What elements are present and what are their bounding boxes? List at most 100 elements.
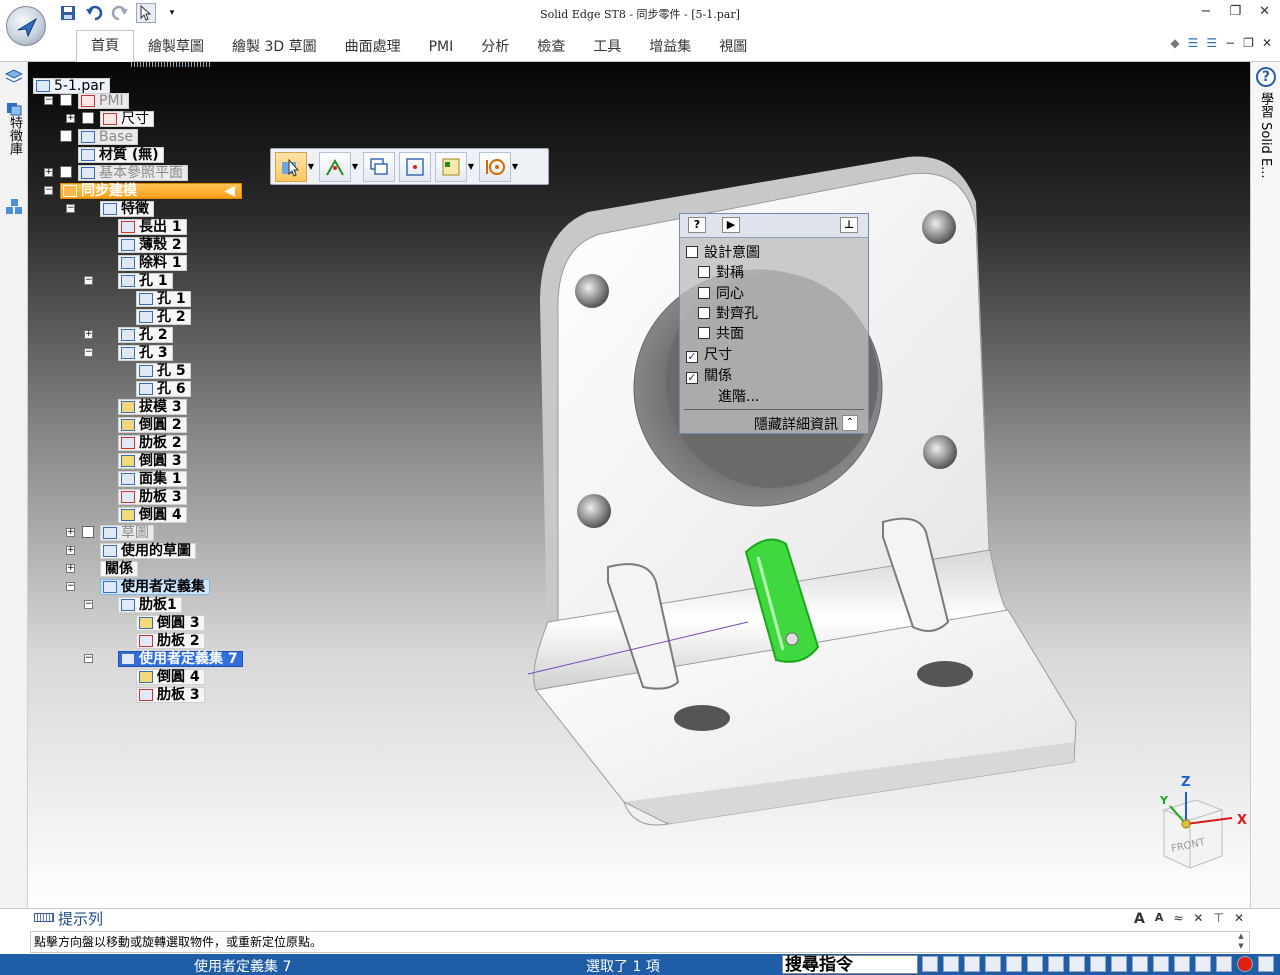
hidden-edges-icon[interactable] <box>1132 956 1148 972</box>
expand-toggle[interactable]: − <box>84 654 93 663</box>
tab-surfacing[interactable]: 曲面處理 <box>331 32 415 62</box>
expand-toggle[interactable]: + <box>66 528 75 537</box>
doc-minimize-button[interactable]: − <box>1225 36 1235 50</box>
expand-toggle[interactable]: − <box>84 276 93 285</box>
learn-solid-edge-tab[interactable]: 學習 Solid E... <box>1257 92 1273 179</box>
visibility-checkbox[interactable] <box>60 94 72 106</box>
application-button[interactable] <box>6 6 46 46</box>
expand-toggle[interactable]: + <box>66 564 75 573</box>
visible-edges-icon[interactable] <box>1153 956 1169 972</box>
doc-close-button[interactable]: ✕ <box>1262 36 1272 50</box>
tab-tools[interactable]: 工具 <box>579 32 635 62</box>
fit-icon[interactable] <box>985 956 1001 972</box>
close-button[interactable]: ✕ <box>1259 4 1270 19</box>
spin-icon[interactable] <box>1027 956 1043 972</box>
expand-toggle[interactable]: − <box>66 582 75 591</box>
select-tool-icon[interactable] <box>136 3 156 23</box>
command-search-input[interactable]: 搜尋指令 <box>782 955 918 975</box>
rotate-icon[interactable] <box>922 956 938 972</box>
layers-icon[interactable] <box>4 68 24 88</box>
tab-inspect[interactable]: 檢查 <box>523 32 579 62</box>
close-prompt-button[interactable]: ✕ <box>1234 911 1244 927</box>
intent-checkbox-concentric[interactable]: 同心 <box>698 285 744 303</box>
intent-checkbox-relations[interactable]: ✓ 關係 <box>686 367 732 385</box>
clear-button[interactable]: ✕ <box>1193 911 1203 927</box>
decrease-font-button[interactable]: A <box>1155 911 1164 927</box>
intent-checkbox-coplanar[interactable]: 共面 <box>698 325 744 343</box>
tab-pmi[interactable]: PMI <box>415 32 468 62</box>
customize-qat-icon[interactable]: ▾ <box>162 3 182 23</box>
increase-font-button[interactable]: A <box>1134 911 1145 927</box>
visibility-checkbox[interactable] <box>82 112 94 124</box>
dropdown-arrow-icon[interactable]: ▼ <box>467 162 475 171</box>
expand-toggle[interactable]: + <box>44 168 53 177</box>
expand-toggle[interactable]: + <box>84 330 93 339</box>
section-icon[interactable] <box>1216 956 1232 972</box>
expand-toggle[interactable]: + <box>66 114 75 123</box>
intent-checkbox-symmetric[interactable]: 對稱 <box>698 264 744 282</box>
tab-view[interactable]: 視圖 <box>705 32 761 62</box>
undo-icon[interactable] <box>84 3 104 23</box>
wireframe-icon[interactable] <box>1111 956 1127 972</box>
relate-button[interactable]: ▼ <box>435 151 475 182</box>
point-select-button[interactable] <box>399 151 431 182</box>
layout-alt-icon[interactable]: ☰ <box>1206 36 1217 50</box>
play-icon[interactable]: ▶ <box>722 217 740 233</box>
zoom-area-icon[interactable] <box>943 956 959 972</box>
visibility-checkbox[interactable] <box>60 130 72 142</box>
select-mode-button[interactable]: ▼ <box>275 151 315 182</box>
expand-toggle[interactable]: − <box>44 186 53 195</box>
tab-addins[interactable]: 增益集 <box>635 32 705 62</box>
advanced-link[interactable]: 進階... <box>718 388 759 406</box>
pan-icon[interactable] <box>1006 956 1022 972</box>
help-icon[interactable]: ? <box>1256 67 1276 87</box>
graphics-window[interactable]: 5-1.par − PMI + 尺寸 Base 材質 (無) + 基本參照平面 … <box>28 62 1250 908</box>
visibility-checkbox[interactable] <box>60 166 72 178</box>
intent-checkbox-design-intent[interactable]: 設計意圖 <box>686 244 760 262</box>
expand-toggle[interactable]: − <box>44 96 53 105</box>
hide-details-link[interactable]: 隱藏詳細資訊 <box>754 414 838 434</box>
steering-wheel-button[interactable]: ▼ <box>319 151 359 182</box>
diamond-icon[interactable]: ◆ <box>1170 36 1179 50</box>
sketch-view-icon[interactable] <box>1048 956 1064 972</box>
layout-icon[interactable]: ☰ <box>1188 36 1199 50</box>
prompt-scrollbar[interactable]: ▲ ▼ <box>1234 931 1248 953</box>
dimension-button[interactable]: ▼ <box>479 151 519 182</box>
help-icon[interactable]: ? <box>688 217 706 233</box>
record-icon[interactable] <box>1237 956 1253 972</box>
dropdown-arrow-icon[interactable]: ▼ <box>511 162 519 171</box>
view-style-icon[interactable] <box>1195 956 1211 972</box>
tab-3d-sketch[interactable]: 繪製 3D 草圖 <box>218 32 331 62</box>
shaded-icon[interactable] <box>1090 956 1106 972</box>
collapse-icon[interactable]: ⌃ <box>842 415 858 431</box>
pin-icon[interactable]: ⊥ <box>840 217 858 233</box>
save-icon[interactable] <box>58 3 78 23</box>
redo-icon[interactable] <box>110 3 130 23</box>
view-triad[interactable]: FRONT Z X Y <box>1148 774 1248 884</box>
edges-icon[interactable] <box>1174 956 1190 972</box>
intent-checkbox-aligned-holes[interactable]: 對齊孔 <box>698 305 758 323</box>
zoom-icon[interactable] <box>964 956 980 972</box>
tab-analyze[interactable]: 分析 <box>467 32 523 62</box>
restore-button[interactable]: ❐ <box>1229 4 1241 19</box>
blocks-icon[interactable] <box>4 198 24 220</box>
expand-toggle[interactable]: − <box>66 204 75 213</box>
dropdown-arrow-icon[interactable]: ▼ <box>351 162 359 171</box>
intent-checkbox-dimensions[interactable]: ✓ 尺寸 <box>686 346 732 364</box>
tab-sketch[interactable]: 繪製草圖 <box>134 32 218 62</box>
auto-hide-button[interactable]: ≈ <box>1173 911 1183 927</box>
expand-toggle[interactable]: − <box>84 348 93 357</box>
concentric-icon <box>486 158 505 175</box>
expand-toggle[interactable]: + <box>66 546 75 555</box>
pin-button[interactable]: ⊤ <box>1213 911 1223 927</box>
visibility-checkbox[interactable] <box>82 526 94 538</box>
named-views-icon[interactable] <box>1069 956 1085 972</box>
feature-library-tab[interactable]: 特徵庫 <box>6 116 22 155</box>
dropdown-arrow-icon[interactable]: ▼ <box>307 162 315 171</box>
expand-toggle[interactable]: − <box>84 600 93 609</box>
tab-home[interactable]: 首頁 <box>76 30 134 62</box>
minimize-button[interactable]: − <box>1201 4 1212 19</box>
doc-restore-button[interactable]: ❐ <box>1243 36 1254 50</box>
face-select-button[interactable] <box>363 151 395 182</box>
camera-icon[interactable] <box>1258 956 1274 972</box>
